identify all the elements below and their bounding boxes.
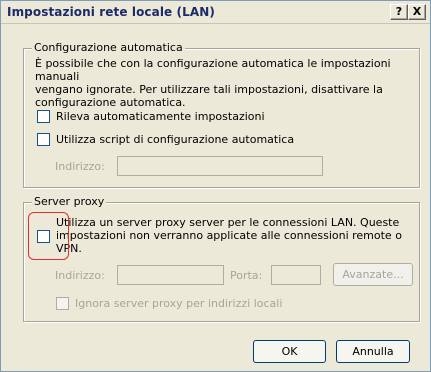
use-script-row[interactable]: Utilizza script di configurazione automa… xyxy=(37,131,294,147)
bypass-local-label: Ignora server proxy per indirizzi locali xyxy=(75,296,283,310)
title-bar[interactable]: Impostazioni rete locale (LAN) ? X xyxy=(1,1,430,24)
advanced-button[interactable]: Avanzate... xyxy=(333,263,413,286)
bypass-local-checkbox[interactable] xyxy=(56,296,69,310)
use-script-checkbox[interactable] xyxy=(37,132,50,146)
help-button[interactable]: ? xyxy=(390,4,408,20)
window-title: Impostazioni rete locale (LAN) xyxy=(7,5,216,19)
proxy-port-label: Porta: xyxy=(230,269,263,282)
use-script-label: Utilizza script di configurazione automa… xyxy=(56,132,295,146)
proxy-port-input[interactable] xyxy=(271,265,321,285)
use-proxy-label-line-2: impostazioni non verranno applicate alle… xyxy=(56,229,402,242)
proxy-address-input[interactable] xyxy=(117,265,224,285)
script-address-input[interactable] xyxy=(117,156,323,176)
detect-settings-checkbox[interactable] xyxy=(37,109,50,123)
auto-config-legend: Configurazione automatica xyxy=(32,41,185,55)
auto-config-description: È possibile che con la configurazione au… xyxy=(35,57,420,109)
ok-button[interactable]: OK xyxy=(253,340,326,363)
bypass-local-row[interactable]: Ignora server proxy per indirizzi locali xyxy=(56,295,282,311)
detect-settings-row[interactable]: Rileva automaticamente impostazioni xyxy=(37,108,265,124)
auto-config-description-line-2: vengano ignorate. Per utilizzare tali im… xyxy=(35,83,383,96)
cancel-button[interactable]: Annulla xyxy=(336,340,410,363)
use-proxy-label-line-1: Utilizza un server proxy server per le c… xyxy=(56,216,400,229)
use-proxy-label[interactable]: Utilizza un server proxy server per le c… xyxy=(56,216,416,255)
proxy-address-label: Indirizzo: xyxy=(55,269,105,282)
detect-settings-label: Rileva automaticamente impostazioni xyxy=(56,109,265,123)
script-address-label: Indirizzo: xyxy=(55,160,105,173)
proxy-legend: Server proxy xyxy=(32,195,107,209)
use-proxy-label-line-3: VPN. xyxy=(56,242,82,255)
close-button[interactable]: X xyxy=(408,4,426,20)
auto-config-description-line-1: È possibile che con la configurazione au… xyxy=(35,57,391,83)
annotation-highlight xyxy=(28,212,69,260)
lan-settings-dialog: Impostazioni rete locale (LAN) ? X Confi… xyxy=(0,0,431,372)
